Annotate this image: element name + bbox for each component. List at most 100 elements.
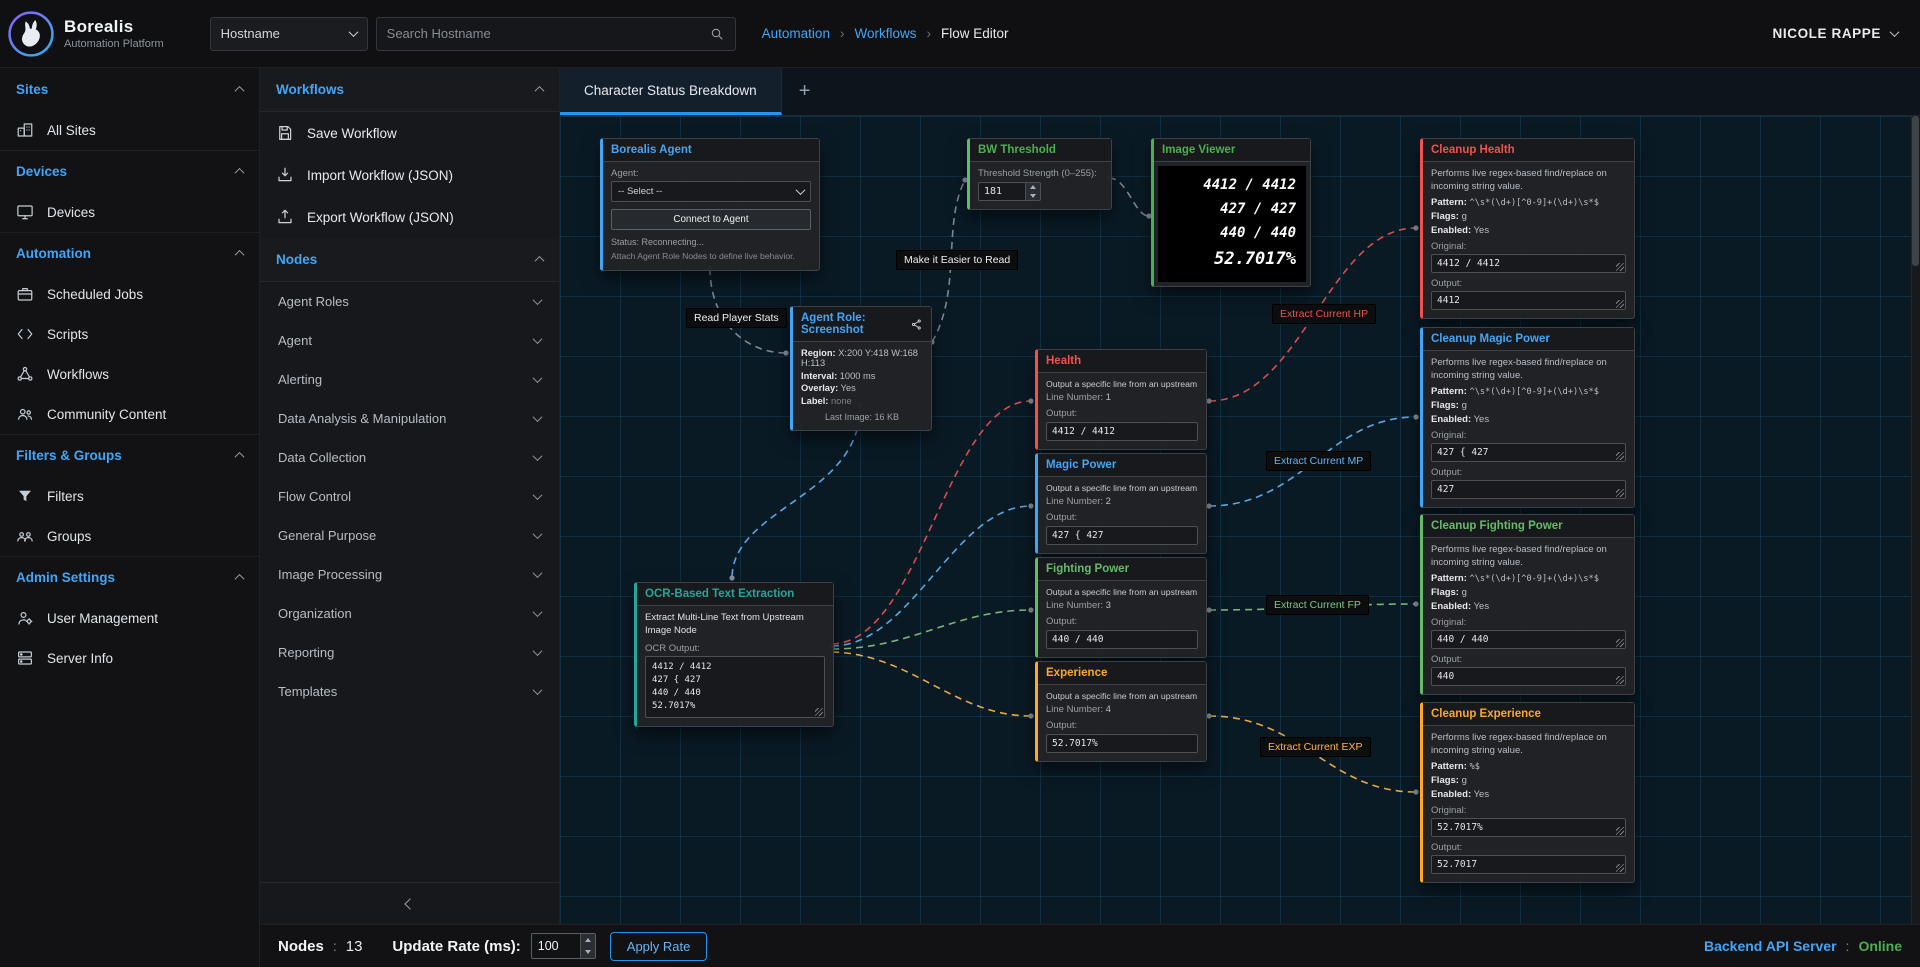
output-field[interactable]: 440	[1431, 667, 1626, 686]
node-magic-power[interactable]: Magic Power Output a specific line from …	[1035, 453, 1207, 554]
user-menu[interactable]: NICOLE RAPPE	[1773, 26, 1898, 41]
sidebar-item-scheduled-jobs[interactable]: Scheduled Jobs	[0, 274, 259, 314]
node-header[interactable]: Agent Role: Screenshot	[793, 307, 931, 342]
node-experience[interactable]: Experience Output a specific line from a…	[1035, 661, 1207, 762]
collapse-panel-button[interactable]	[260, 882, 559, 924]
output-field[interactable]	[1046, 630, 1198, 649]
node-header[interactable]: BW Threshold	[970, 139, 1111, 162]
breadcrumb-automation[interactable]: Automation	[762, 26, 830, 41]
original-field[interactable]: 4412 / 4412	[1431, 254, 1626, 273]
apply-rate-button[interactable]: Apply Rate	[610, 932, 708, 961]
update-rate-input[interactable]	[532, 934, 580, 958]
node-category-templates[interactable]: Templates	[260, 672, 559, 711]
node-header[interactable]: Experience	[1038, 662, 1206, 685]
node-header[interactable]: Health	[1038, 350, 1206, 373]
sidebar-item-workflows[interactable]: Workflows	[0, 354, 259, 394]
resize-handle[interactable]	[815, 708, 823, 716]
node-header[interactable]: Image Viewer	[1154, 139, 1310, 162]
search-input[interactable]	[387, 26, 709, 41]
output-field[interactable]	[1046, 422, 1198, 441]
resize-handle[interactable]	[1616, 263, 1624, 271]
resize-handle[interactable]	[1616, 864, 1624, 872]
node-bw-threshold[interactable]: BW Threshold Threshold Strength (0–255):	[967, 138, 1112, 210]
export-workflow-button[interactable]: Export Workflow (JSON)	[260, 196, 559, 238]
sidebar-item-groups[interactable]: Groups	[0, 516, 259, 556]
node-header[interactable]: Borealis Agent	[603, 139, 819, 162]
panel-section-nodes[interactable]: Nodes	[260, 238, 559, 282]
node-borealis-agent[interactable]: Borealis Agent Agent: -- Select -- Conne…	[600, 138, 820, 271]
share-icon[interactable]	[910, 318, 923, 331]
sidebar-section-filters-groups[interactable]: Filters & Groups	[0, 434, 259, 476]
node-cleanup-magic-power[interactable]: Cleanup Magic Power Performs live regex-…	[1420, 327, 1635, 508]
sidebar-item-user-management[interactable]: User Management	[0, 598, 259, 638]
flow-canvas[interactable]: Read Player Stats Make it Easier to Read…	[560, 116, 1920, 924]
sidebar-section-automation[interactable]: Automation	[0, 232, 259, 274]
node-image-viewer[interactable]: Image Viewer 4412 / 4412 427 / 427 440 /…	[1151, 138, 1311, 287]
breadcrumb-workflows[interactable]: Workflows	[854, 26, 916, 41]
node-health[interactable]: Health Output a specific line from an up…	[1035, 349, 1207, 450]
panel-section-workflows[interactable]: Workflows	[260, 68, 559, 112]
resize-handle[interactable]	[1616, 489, 1624, 497]
node-header[interactable]: OCR-Based Text Extraction	[637, 583, 833, 606]
node-category-general-purpose[interactable]: General Purpose	[260, 516, 559, 555]
node-category-flow-control[interactable]: Flow Control	[260, 477, 559, 516]
add-tab-button[interactable]: +	[782, 68, 828, 115]
resize-handle[interactable]	[1616, 300, 1624, 308]
node-category-agent-roles[interactable]: Agent Roles	[260, 282, 559, 321]
hostname-dropdown[interactable]: Hostname	[210, 17, 368, 51]
scrollbar-thumb[interactable]	[1912, 116, 1919, 266]
resize-handle[interactable]	[1616, 639, 1624, 647]
node-category-agent[interactable]: Agent	[260, 321, 559, 360]
output-field[interactable]	[1046, 526, 1198, 545]
spinner-down-icon[interactable]	[581, 946, 595, 958]
node-header[interactable]: Cleanup Experience	[1423, 703, 1634, 726]
node-header[interactable]: Fighting Power	[1038, 558, 1206, 581]
node-header[interactable]: Magic Power	[1038, 454, 1206, 477]
hostname-search[interactable]	[376, 17, 736, 51]
node-category-data-collection[interactable]: Data Collection	[260, 438, 559, 477]
ocr-output-textarea[interactable]: 4412 / 4412 427 { 427 440 / 440 52.7017%	[645, 656, 825, 718]
original-field[interactable]: 440 / 440	[1431, 630, 1626, 649]
output-field[interactable]: 427	[1431, 480, 1626, 499]
node-agent-role-screenshot[interactable]: Agent Role: Screenshot Region: X:200 Y:4…	[790, 306, 932, 431]
spinner-up-icon[interactable]	[581, 934, 595, 946]
node-category-image-processing[interactable]: Image Processing	[260, 555, 559, 594]
sidebar-item-devices[interactable]: Devices	[0, 192, 259, 232]
output-field[interactable]: 4412	[1431, 291, 1626, 310]
node-header[interactable]: Cleanup Magic Power	[1423, 328, 1634, 351]
sidebar-item-filters[interactable]: Filters	[0, 476, 259, 516]
node-ocr-text-extraction[interactable]: OCR-Based Text Extraction Extract Multi-…	[634, 582, 834, 727]
sidebar-item-community-content[interactable]: Community Content	[0, 394, 259, 434]
canvas-scrollbar[interactable]	[1911, 116, 1920, 924]
resize-handle[interactable]	[1616, 676, 1624, 684]
tab-character-status-breakdown[interactable]: Character Status Breakdown	[560, 68, 782, 115]
threshold-input[interactable]	[979, 183, 1025, 200]
sidebar-section-sites[interactable]: Sites	[0, 68, 259, 110]
node-header[interactable]: Cleanup Health	[1423, 139, 1634, 162]
spinner-down-icon[interactable]	[1026, 192, 1040, 201]
node-cleanup-experience[interactable]: Cleanup Experience Performs live regex-b…	[1420, 702, 1635, 883]
output-field[interactable]: 52.7017	[1431, 855, 1626, 874]
node-category-reporting[interactable]: Reporting	[260, 633, 559, 672]
node-header[interactable]: Cleanup Fighting Power	[1423, 515, 1634, 538]
agent-select[interactable]: -- Select --	[611, 181, 811, 202]
sidebar-item-scripts[interactable]: Scripts	[0, 314, 259, 354]
sidebar-section-devices[interactable]: Devices	[0, 150, 259, 192]
node-fighting-power[interactable]: Fighting Power Output a specific line fr…	[1035, 557, 1207, 658]
connect-to-agent-button[interactable]: Connect to Agent	[611, 209, 811, 230]
original-field[interactable]: 427 { 427	[1431, 443, 1626, 462]
import-workflow-button[interactable]: Import Workflow (JSON)	[260, 154, 559, 196]
resize-handle[interactable]	[1616, 827, 1624, 835]
sidebar-section-admin-settings[interactable]: Admin Settings	[0, 556, 259, 598]
sidebar-item-server-info[interactable]: Server Info	[0, 638, 259, 678]
save-workflow-button[interactable]: Save Workflow	[260, 112, 559, 154]
sidebar-item-all-sites[interactable]: All Sites	[0, 110, 259, 150]
output-field[interactable]	[1046, 734, 1198, 753]
node-cleanup-health[interactable]: Cleanup Health Performs live regex-based…	[1420, 138, 1635, 319]
node-category-alerting[interactable]: Alerting	[260, 360, 559, 399]
original-field[interactable]: 52.7017%	[1431, 818, 1626, 837]
spinner-up-icon[interactable]	[1026, 183, 1040, 192]
node-category-organization[interactable]: Organization	[260, 594, 559, 633]
node-cleanup-fighting-power[interactable]: Cleanup Fighting Power Performs live reg…	[1420, 514, 1635, 695]
node-category-data-analysis[interactable]: Data Analysis & Manipulation	[260, 399, 559, 438]
